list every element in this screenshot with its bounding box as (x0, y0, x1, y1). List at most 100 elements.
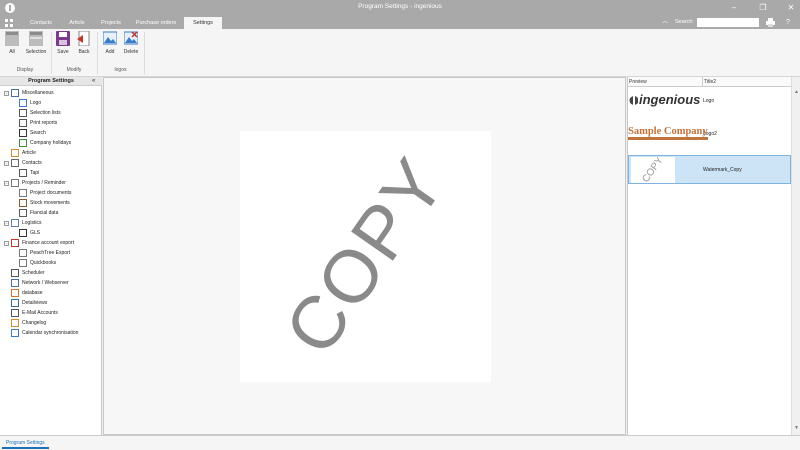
tree-item-database[interactable]: database (4, 288, 100, 298)
logo-preview-ingenious: ingenious (639, 92, 701, 107)
tree-item-label: GLS (30, 230, 41, 236)
watermark-thumbnail-text: COPY (640, 157, 666, 183)
tree-item-peachtree-export[interactable]: PeachTree Export (4, 248, 100, 258)
export-icon (11, 239, 19, 247)
changelog-icon (11, 319, 19, 327)
logo-row-watermark-copy[interactable]: COPY Watermark_Copy (628, 155, 791, 184)
tree-item-detailviews[interactable]: Detailviews (4, 298, 100, 308)
tree-item-gls[interactable]: GLS (4, 228, 100, 238)
window-title: Program Settings - ingenious (358, 3, 442, 10)
home-grid-icon[interactable] (2, 17, 16, 29)
logo-row-logo2[interactable]: Sample Company Logo2 (628, 121, 791, 149)
tree-item-label: PeachTree Export (30, 250, 71, 256)
mail-icon (11, 309, 19, 317)
tree-item-fiancial-data[interactable]: Fiancial data (4, 208, 100, 218)
truck-icon (11, 219, 19, 227)
document-icon (19, 189, 27, 197)
group-modify-label: Modify (66, 67, 82, 73)
maximize-icon[interactable]: ❐ (756, 2, 770, 13)
tree-expander-icon[interactable]: − (4, 241, 9, 246)
tree-item-label: Print reports (30, 120, 58, 126)
back-button[interactable]: Back (74, 31, 94, 63)
group-logos-label: logos (114, 67, 127, 73)
tree-item-label: Quickbooks (30, 260, 57, 266)
tab-projects[interactable]: Projects (94, 17, 128, 29)
image-icon (19, 99, 27, 107)
tree-item-finance-account-export[interactable]: − Finance account export (4, 238, 100, 248)
collapse-panel-icon[interactable]: « (92, 77, 95, 86)
tree-expander-icon[interactable]: − (4, 221, 9, 226)
box-icon (11, 149, 19, 157)
print-icon[interactable] (766, 17, 776, 28)
delete-button[interactable]: Delete (121, 31, 141, 63)
logo-row-logo[interactable]: ingenious Logo (628, 89, 791, 113)
tree-item-calendar-synchronisation[interactable]: Calendar synchronisation (4, 328, 100, 338)
save-button[interactable]: Save (54, 31, 72, 63)
close-icon[interactable]: ✕ (784, 2, 798, 13)
tree-item-selection-lists[interactable]: Selection lists (4, 108, 100, 118)
tree-item-label: Project documents (30, 190, 72, 196)
tree-item-label: database (22, 290, 43, 296)
document-icon (19, 259, 27, 267)
tree-item-changelog[interactable]: Changelog (4, 318, 100, 328)
tree-item-print-reports[interactable]: Print reports (4, 118, 100, 128)
add-button-label: Add (105, 49, 115, 55)
tree-expander-icon[interactable]: − (4, 91, 9, 96)
watermark-thumbnail: COPY (631, 157, 675, 183)
tree-item-logistics[interactable]: − Logistics (4, 218, 100, 228)
tree-item-label: Contacts (22, 160, 42, 166)
add-button[interactable]: Add (100, 31, 120, 63)
tree-item-quickbooks[interactable]: Quickbooks (4, 258, 100, 268)
tree-expander-icon[interactable]: − (4, 161, 9, 166)
ribbon-separator (97, 32, 98, 74)
preview-paper: COPY (240, 131, 491, 382)
tree-item-miscellaneous[interactable]: − Miscellaneous (4, 88, 100, 98)
tree-item-network-webserver[interactable]: Network / Webserver (4, 278, 100, 288)
column-title[interactable]: Title2 (704, 77, 716, 87)
tab-purchase-orders[interactable]: Purchase orders (130, 17, 182, 29)
tree-item-article[interactable]: Article (4, 148, 100, 158)
clock-icon (11, 269, 19, 277)
tree-expander-icon[interactable]: − (4, 181, 9, 186)
logo-list-panel: Preview Title2 ingenious Logo Sample Com… (627, 77, 800, 435)
back-button-label: Back (78, 49, 90, 55)
database-icon (11, 289, 19, 297)
tree-item-company-holidays[interactable]: Company holidays (4, 138, 100, 148)
collapse-ribbon-icon[interactable]: ︿ (662, 17, 668, 28)
tree-item-stock-movements[interactable]: Stock movements (4, 198, 100, 208)
selection-button[interactable]: Selection (24, 31, 48, 63)
tree-item-label: Network / Webserver (22, 280, 69, 286)
search-label: Search: (675, 19, 694, 25)
logo-title: Logo (703, 98, 715, 104)
scroll-up-icon[interactable]: ▲ (794, 89, 799, 95)
logo-preview-sample-company: Sample Company (628, 126, 708, 140)
tree-item-label: Search (30, 130, 46, 136)
tree-item-label: Miscellaneous (22, 90, 54, 96)
tab-article[interactable]: Article (62, 17, 92, 29)
tree-item-project-documents[interactable]: Project documents (4, 188, 100, 198)
tab-settings[interactable]: Settings (184, 17, 222, 29)
scroll-down-icon[interactable]: ▼ (794, 425, 799, 431)
tree-item-search[interactable]: Search (4, 128, 100, 138)
minimize-icon[interactable]: – (727, 2, 741, 13)
column-preview[interactable]: Preview (629, 77, 647, 87)
all-button[interactable]: All (2, 31, 22, 63)
status-tab-program-settings[interactable]: Program Settings (2, 437, 49, 449)
tree-item-e-mail-accounts[interactable]: E-Mail Accounts (4, 308, 100, 318)
table-selection-icon (29, 31, 43, 46)
logo-list-scrollbar[interactable]: ▲ ▼ (791, 77, 800, 435)
settings-tree-header: Program Settings (0, 77, 102, 86)
tab-contacts[interactable]: Contacts (22, 17, 60, 29)
tree-item-logo[interactable]: Logo (4, 98, 100, 108)
status-bar: Program Settings (0, 435, 800, 450)
tree-item-contacts[interactable]: − Contacts (4, 158, 100, 168)
tree-item-projects-reminder[interactable]: − Projects / Reminder (4, 178, 100, 188)
tree-item-tapi[interactable]: Tapi (4, 168, 100, 178)
tree-item-label: Logo (30, 100, 42, 106)
palm-icon (19, 139, 27, 147)
tree-item-scheduler[interactable]: Scheduler (4, 268, 100, 278)
tree-item-label: Changelog (22, 320, 47, 326)
binoculars-icon (19, 129, 27, 137)
help-icon[interactable]: ? (786, 17, 790, 28)
search-input[interactable] (697, 18, 759, 27)
